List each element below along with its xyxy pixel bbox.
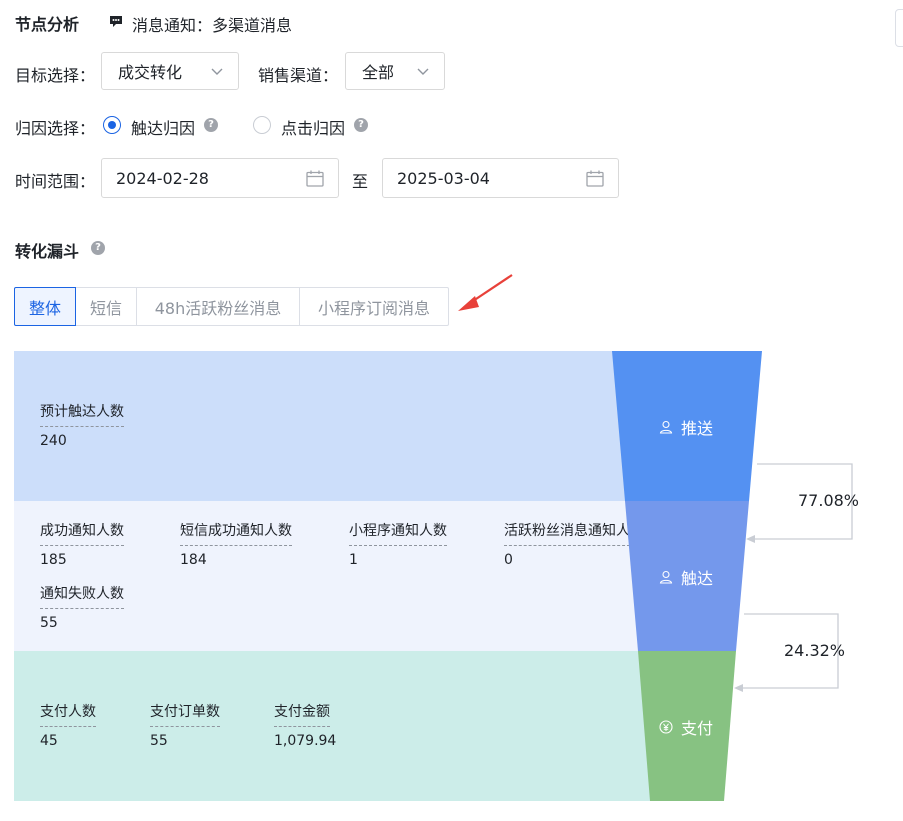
page-title: 节点分析: [15, 15, 80, 34]
edge-panel-toggle[interactable]: [895, 9, 903, 47]
attribution-reach-radio[interactable]: [103, 116, 121, 134]
reach-stage-band: 成功通知人数 185 短信成功通知人数 184 小程序通知人数 1 活跃粉丝消息…: [14, 501, 639, 651]
metric-label: 小程序通知人数: [349, 520, 447, 546]
help-icon[interactable]: ?: [91, 241, 105, 255]
metric-label: 短信成功通知人数: [180, 520, 292, 546]
channel-select[interactable]: 全部: [345, 52, 445, 90]
metric-sms-success: 短信成功通知人数 184: [180, 520, 292, 568]
metric-label: 支付金额: [274, 701, 330, 727]
conversion-funnel: [612, 351, 853, 801]
funnel-stage-push-label: 推送: [659, 415, 713, 439]
target-select[interactable]: 成交转化: [101, 52, 239, 90]
push-stage-band: 预计触达人数 240: [14, 351, 639, 501]
funnel-section-title: 转化漏斗: [15, 242, 80, 261]
stage-name: 推送: [681, 419, 714, 438]
annotation-arrow: [458, 274, 513, 311]
metric-label: 预计触达人数: [40, 401, 124, 427]
attribution-click-label[interactable]: 点击归因: [281, 115, 345, 139]
attribution-click-radio[interactable]: [253, 116, 271, 134]
help-icon[interactable]: ?: [204, 118, 218, 132]
metric-value: 1: [349, 552, 358, 568]
metric-value: 185: [40, 552, 67, 568]
target-label: 目标选择：: [15, 66, 96, 85]
metric-pay-users: 支付人数 45: [40, 701, 96, 749]
chevron-down-icon: [211, 68, 223, 75]
conversion-rate-push-reach: 77.08%: [798, 491, 860, 510]
metric-value: 55: [40, 615, 58, 631]
attribution-reach-label[interactable]: 触达归因: [131, 115, 195, 139]
user-icon: [659, 420, 673, 434]
channel-select-value: 全部: [362, 63, 395, 82]
end-date-input[interactable]: 2025-03-04: [382, 158, 619, 198]
tab-active-fan-message[interactable]: 48h活跃粉丝消息: [136, 287, 300, 326]
metric-notify-failed: 通知失败人数 55: [40, 583, 124, 631]
metric-expected-reach: 预计触达人数 240: [40, 401, 124, 449]
stage-name: 触达: [681, 569, 714, 588]
message-icon: [110, 16, 122, 27]
metric-label: 通知失败人数: [40, 583, 124, 609]
metric-value: 1,079.94: [274, 733, 337, 749]
funnel-stage-reach-label: 触达: [659, 565, 713, 589]
date-separator: 至: [352, 172, 369, 191]
metric-value: 240: [40, 433, 67, 449]
tab-overall[interactable]: 整体: [14, 287, 76, 326]
metric-label: 支付人数: [40, 701, 96, 727]
metric-miniprogram-notify: 小程序通知人数 1: [349, 520, 447, 568]
metric-value: 184: [180, 552, 207, 568]
message-channel-text: 消息通知：多渠道消息: [132, 16, 293, 35]
metric-label: 支付订单数: [150, 701, 220, 727]
stage-name: 支付: [681, 719, 714, 738]
funnel-channel-tabs: 整体 短信 48h活跃粉丝消息 小程序订阅消息: [14, 287, 449, 326]
target-select-value: 成交转化: [118, 63, 183, 82]
tab-miniprogram-message[interactable]: 小程序订阅消息: [299, 287, 449, 326]
start-date-value: 2024-02-28: [116, 168, 209, 188]
metric-pay-amount: 支付金额 1,079.94: [274, 701, 336, 749]
yuan-icon: [659, 720, 673, 734]
funnel-stage-pay-label: 支付: [659, 715, 713, 739]
chevron-down-icon: [417, 68, 429, 75]
tab-sms[interactable]: 短信: [75, 287, 137, 326]
help-icon[interactable]: ?: [354, 118, 368, 132]
metric-value: 55: [150, 733, 168, 749]
conversion-rate-reach-pay: 24.32%: [784, 641, 846, 660]
pay-stage-band: 支付人数 45 支付订单数 55 支付金额 1,079.94: [14, 651, 654, 801]
attribution-label: 归因选择：: [15, 119, 96, 138]
calendar-icon: [586, 170, 604, 187]
time-range-label: 时间范围：: [15, 172, 96, 191]
user-icon: [659, 570, 673, 584]
metric-success-notify: 成功通知人数 185: [40, 520, 124, 568]
metric-value: 45: [40, 733, 58, 749]
metric-pay-orders: 支付订单数 55: [150, 701, 220, 749]
end-date-value: 2025-03-04: [397, 168, 490, 188]
metric-label: 成功通知人数: [40, 520, 124, 546]
channel-label: 销售渠道：: [258, 66, 339, 85]
start-date-input[interactable]: 2024-02-28: [101, 158, 339, 198]
calendar-icon: [306, 170, 324, 187]
